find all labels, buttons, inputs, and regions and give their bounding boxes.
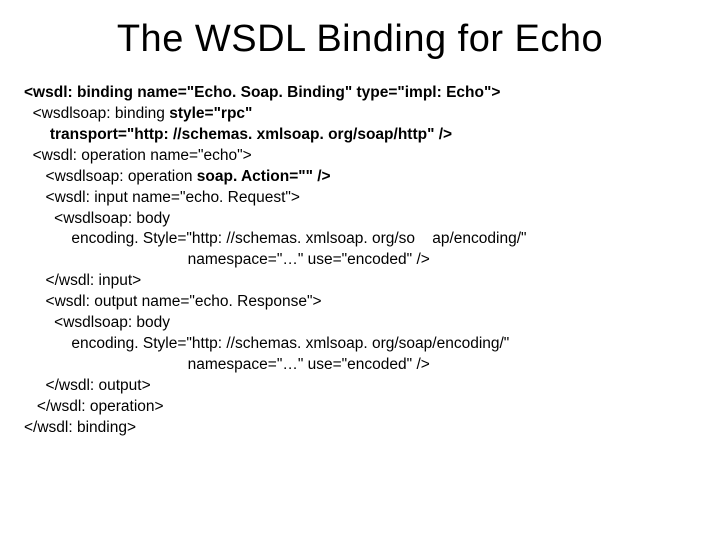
code-line: <wsdl: binding name="Echo. Soap. Binding… <box>24 84 500 101</box>
code-line: </wsdl: operation> <box>24 398 164 415</box>
code-line: namespace="…" use="encoded" /> <box>24 356 430 373</box>
code-line: <wsdlsoap: body <box>24 314 170 331</box>
code-bold: soap. Action="" /> <box>197 168 331 185</box>
code-line: <wsdlsoap: operation <box>24 168 197 185</box>
code-line: <wsdl: input name="echo. Request"> <box>24 189 300 206</box>
code-line: </wsdl: binding> <box>24 419 136 436</box>
code-line: encoding. Style="http: //schemas. xmlsoa… <box>24 230 527 247</box>
code-line: encoding. Style="http: //schemas. xmlsoa… <box>24 335 509 352</box>
code-line: <wsdl: output name="echo. Response"> <box>24 293 322 310</box>
code-line: <wsdlsoap: body <box>24 210 170 227</box>
code-line: namespace="…" use="encoded" /> <box>24 251 430 268</box>
page-title: The WSDL Binding for Echo <box>24 18 696 61</box>
code-line: transport="http: //schemas. xmlsoap. org… <box>24 126 452 143</box>
code-line: </wsdl: output> <box>24 377 151 394</box>
slide: The WSDL Binding for Echo <wsdl: binding… <box>0 0 720 540</box>
code-line: </wsdl: input> <box>24 272 141 289</box>
code-line: <wsdlsoap: binding <box>24 105 169 122</box>
code-bold: style="rpc" <box>169 105 252 122</box>
code-block: <wsdl: binding name="Echo. Soap. Binding… <box>24 83 696 439</box>
code-line: <wsdl: operation name="echo"> <box>24 147 252 164</box>
